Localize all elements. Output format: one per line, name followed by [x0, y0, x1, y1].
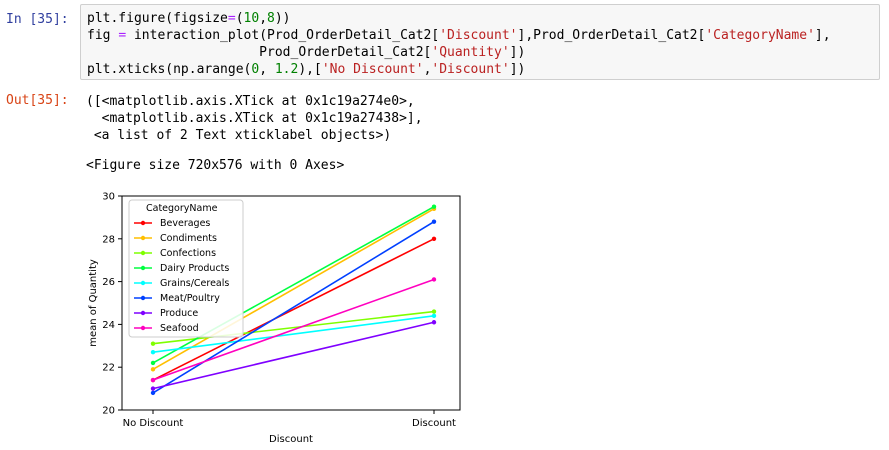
y-tick-label: 24: [102, 320, 115, 331]
x-tick-label: Discount: [412, 418, 456, 429]
code-line-1: plt.figure(figsize=(10,8)): [87, 11, 291, 26]
data-point: [431, 204, 437, 209]
data-point: [431, 309, 437, 314]
legend-marker: [140, 280, 146, 286]
data-point: [150, 367, 156, 372]
y-axis-label: mean of Quantity: [88, 259, 99, 347]
input-prompt: In [35]:: [6, 12, 69, 27]
code-line-4: plt.xticks(np.arange(0, 1.2),['No Discou…: [87, 62, 526, 77]
legend-marker: [140, 325, 146, 331]
legend-marker: [140, 250, 146, 256]
legend-label: Produce: [160, 308, 198, 319]
data-point: [431, 277, 437, 282]
data-point: [150, 341, 156, 346]
legend-label: Seafood: [160, 323, 199, 334]
legend-marker: [140, 235, 146, 241]
data-point: [150, 360, 156, 366]
figure-size-text: <Figure size 720x576 with 0 Axes>: [86, 158, 345, 173]
legend-marker: [140, 295, 146, 301]
code-line-3: Prod_OrderDetail_Cat2['Quantity']): [87, 45, 526, 60]
data-point: [150, 350, 156, 355]
y-tick-label: 22: [102, 363, 115, 374]
legend-title: CategoryName: [146, 203, 218, 214]
output-line-2: <matplotlib.axis.XTick at 0x1c19a27438>]…: [86, 111, 423, 126]
code-cell[interactable]: plt.figure(figsize=(10,8)) fig = interac…: [80, 4, 880, 80]
output-prompt: Out[35]:: [6, 93, 69, 108]
y-tick-label: 26: [102, 277, 115, 288]
data-point: [431, 313, 437, 319]
data-point: [150, 386, 156, 391]
interaction-plot: 20 22 24 26 28 30 No Discount Discount Discount m…: [84, 188, 464, 446]
code-line-2: fig = interaction_plot(Prod_OrderDetail_…: [87, 28, 831, 43]
chart-svg: 20 22 24 26 28 30 No Discount Discount Discount m…: [88, 192, 461, 445]
y-tick-label: 30: [102, 192, 115, 203]
data-point: [431, 236, 437, 241]
legend-marker: [140, 310, 146, 316]
data-point: [431, 320, 437, 325]
legend-label: Meat/Poultry: [160, 293, 220, 304]
data-point: [431, 219, 437, 224]
legend-marker: [140, 220, 146, 226]
legend-label: Grains/Cereals: [160, 278, 229, 289]
legend-label: Dairy Products: [160, 263, 229, 274]
y-tick-label: 28: [102, 234, 115, 245]
data-point: [150, 377, 156, 383]
legend-label: Confections: [160, 248, 216, 259]
data-point: [150, 390, 156, 396]
legend-label: Beverages: [160, 218, 210, 229]
x-tick-label: No Discount: [123, 418, 184, 429]
output-line-1: ([<matplotlib.axis.XTick at 0x1c19a274e0…: [86, 94, 415, 109]
output-line-3: <a list of 2 Text xticklabel objects>): [86, 128, 392, 143]
legend-marker: [140, 265, 146, 271]
x-axis-label: Discount: [269, 434, 313, 445]
legend-label: Condiments: [160, 233, 217, 244]
y-tick-label: 20: [102, 406, 115, 417]
